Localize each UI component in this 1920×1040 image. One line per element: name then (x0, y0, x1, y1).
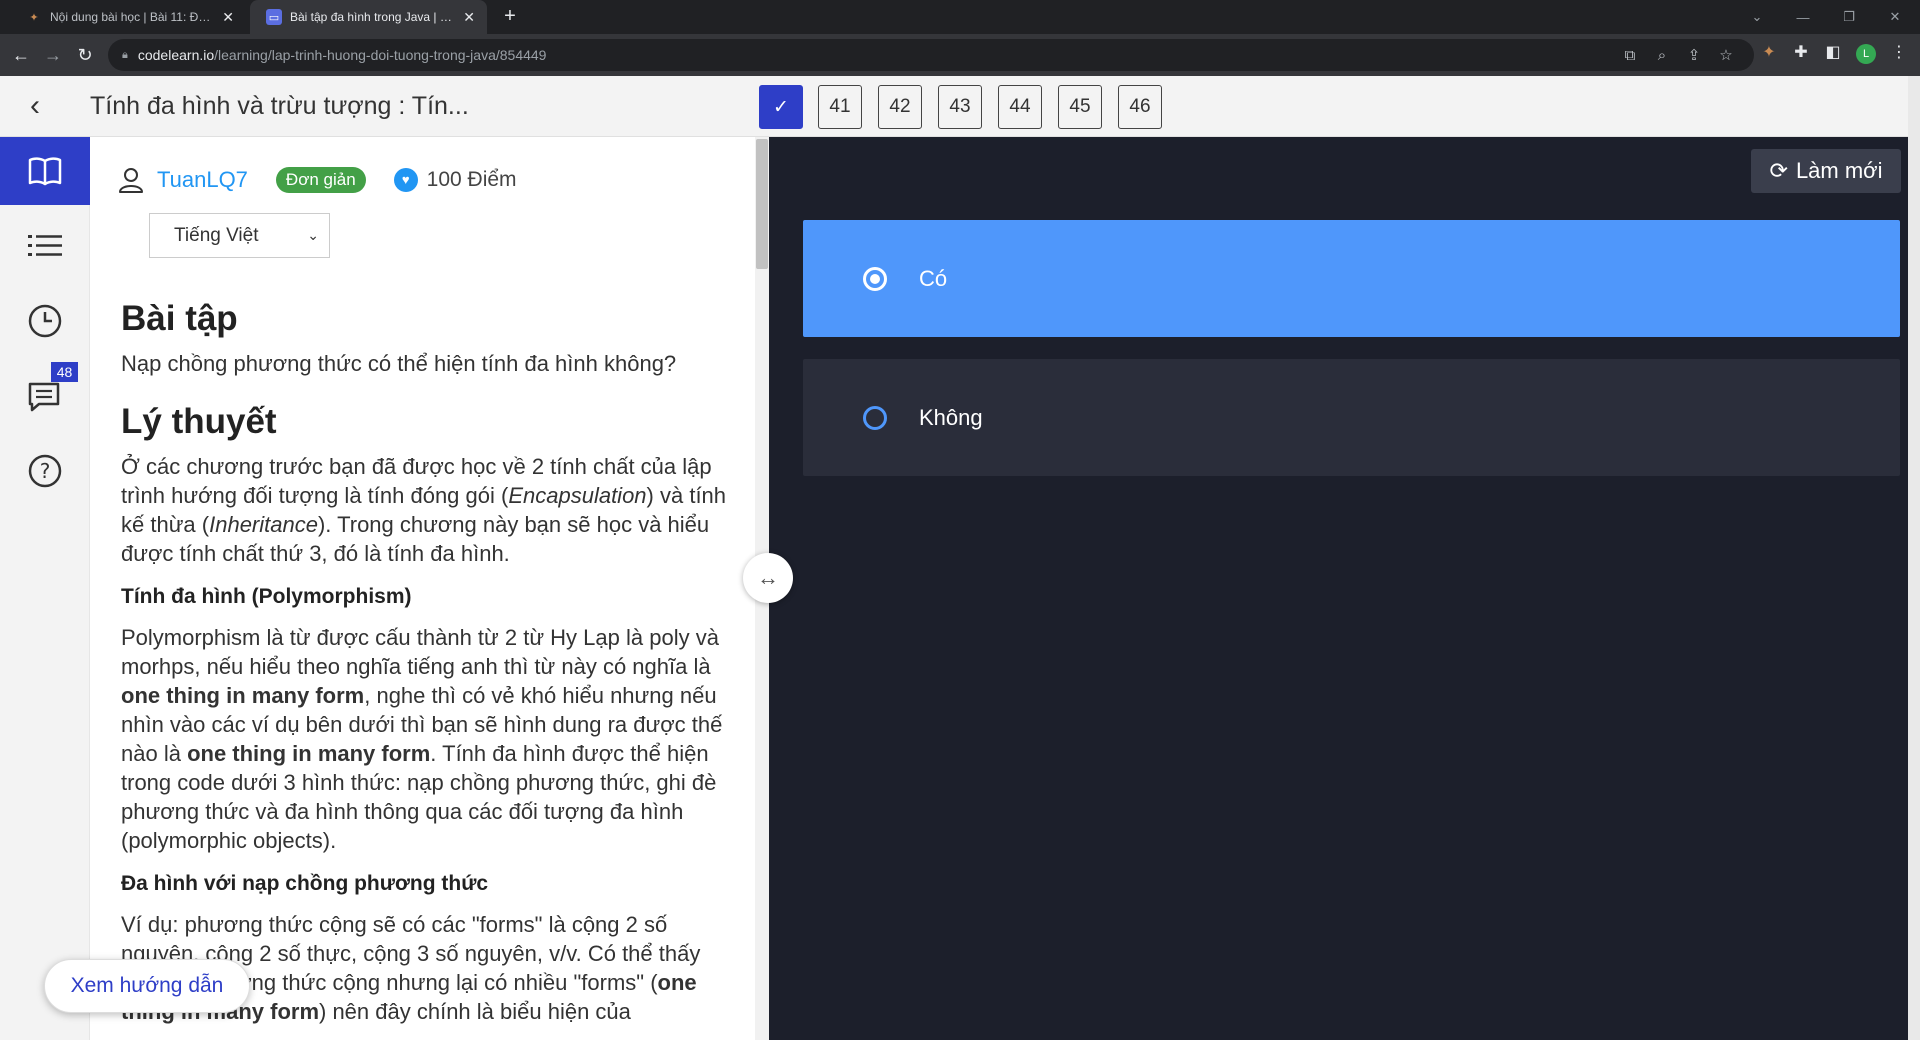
check-icon: ✓ (773, 96, 789, 118)
refresh-button[interactable]: ⟳ Làm mới (1751, 149, 1901, 193)
minimize-button[interactable]: — (1780, 0, 1826, 34)
svg-text:?: ? (40, 459, 51, 483)
extension-codelearn-icon[interactable]: ✦ (1758, 42, 1780, 64)
question-nav-45[interactable]: 45 (1058, 85, 1102, 129)
lesson-title: Tính đa hình và trừu tượng : Tín... (90, 92, 469, 120)
tab-search-icon[interactable]: ⌄ (1734, 0, 1780, 34)
notification-badge: 48 (51, 362, 78, 382)
help-icon: ? (28, 454, 62, 488)
refresh-icon: ⟳ (1769, 158, 1788, 183)
browser-tab[interactable]: ✦ Nội dung bài học | Bài 11: Đa hình ✕ (10, 0, 246, 34)
heading-overloading: Đa hình với nạp chồng phương thức (121, 872, 489, 895)
heading-polymorphism: Tính đa hình (Polymorphism) (121, 585, 412, 608)
zoom-icon[interactable]: ⌕ (1652, 46, 1672, 66)
back-arrow-icon[interactable]: ← (8, 42, 34, 68)
question-nav-43[interactable]: 43 (938, 85, 982, 129)
radio-unselected[interactable] (863, 405, 887, 430)
view-guide-button[interactable]: Xem hướng dẫn (44, 959, 250, 1013)
sidebar-item-discussion[interactable]: 48 (0, 362, 90, 430)
back-chevron-icon[interactable]: ‹ (30, 91, 60, 122)
extensions-puzzle-icon[interactable]: ✚ (1790, 42, 1812, 64)
heading-theory: Lý thuyết (121, 402, 277, 441)
browser-tab-active[interactable]: ▭ Bài tập đa hình trong Java | CodeLearn… (250, 0, 487, 34)
profile-avatar[interactable]: L (1856, 44, 1876, 64)
answer-option-no[interactable]: Không (803, 359, 1900, 476)
horizontal-arrows-icon: ↔ (757, 565, 779, 590)
question-nav-41[interactable]: 41 (818, 85, 862, 129)
bookmark-star-icon[interactable]: ☆ (1716, 46, 1736, 66)
question-nav-46[interactable]: 46 (1118, 85, 1162, 129)
sidebar-item-help[interactable]: ? (0, 437, 90, 505)
forward-arrow-icon[interactable]: → (40, 42, 66, 68)
menu-kebab-icon[interactable]: ⋮ (1888, 42, 1910, 64)
codelearn-favicon-icon: ✦ (29, 11, 39, 24)
panel-resize-handle[interactable]: ↔ (743, 553, 793, 603)
codelearn-favicon-icon: ▭ (266, 9, 282, 25)
browser-tab-bar: ✦ Nội dung bài học | Bài 11: Đa hình ✕ ▭… (0, 0, 1920, 34)
theory-paragraph: Ở các chương trước bạn đã được học về 2 … (121, 454, 727, 566)
polymorphism-paragraph: Polymorphism là từ được cấu thành từ 2 t… (121, 625, 723, 853)
article: Bài tập Nạp chồng phương thức có thể hiệ… (121, 297, 731, 1036)
translate-icon[interactable]: ⧉ (1620, 46, 1640, 66)
question-text: Nạp chồng phương thức có thể hiện tính đ… (121, 351, 677, 376)
user-icon (119, 168, 143, 193)
address-bar[interactable]: 🔒︎ codelearn.io/learning/lap-trinh-huong… (108, 39, 1754, 71)
points: ♥ 100 Điểm (393, 168, 517, 192)
problem-meta: TuanLQ7 Đơn giản ♥ 100 Điểm (119, 167, 517, 193)
sidebar-item-history[interactable] (0, 287, 90, 355)
problem-content-panel: TuanLQ7 Đơn giản ♥ 100 Điểm Tiếng Việt ⌄… (91, 137, 755, 1040)
heart-icon: ♥ (393, 168, 418, 192)
app-header: ‹ Tính đa hình và trừu tượng : Tín... ✓ … (0, 76, 1920, 137)
close-window-button[interactable]: ✕ (1872, 0, 1918, 34)
reload-icon[interactable]: ↻ (72, 42, 98, 68)
question-nav-42[interactable]: 42 (878, 85, 922, 129)
chevron-down-icon: ⌄ (307, 227, 319, 243)
chat-icon (28, 382, 60, 412)
heading-exercise: Bài tập (121, 299, 238, 338)
left-sidebar: 48 ? (0, 137, 90, 1040)
difficulty-badge: Đơn giản (275, 167, 366, 193)
browser-toolbar: ← → ↻ 🔒︎ codelearn.io/learning/lap-trinh… (0, 34, 1920, 76)
restore-button[interactable]: ❐ (1826, 0, 1872, 34)
close-tab-icon[interactable]: ✕ (463, 9, 475, 26)
clock-icon (28, 304, 62, 338)
quiz-panel: ⟳ Làm mới Có Không (769, 137, 1920, 1040)
close-tab-icon[interactable]: ✕ (222, 9, 234, 26)
new-tab-button[interactable]: + (497, 4, 523, 30)
sidebar-item-lesson[interactable] (0, 137, 90, 205)
question-nav-completed[interactable]: ✓ (759, 85, 803, 129)
share-icon[interactable]: ⇪ (1684, 46, 1704, 66)
lock-icon: 🔒︎ (122, 48, 128, 61)
sidebar-item-list[interactable] (0, 212, 90, 280)
scrollbar-thumb[interactable] (756, 139, 768, 269)
window-edge (1908, 76, 1920, 1040)
radio-selected[interactable] (863, 266, 887, 291)
question-nav-44[interactable]: 44 (998, 85, 1042, 129)
side-panel-icon[interactable]: ◧ (1822, 42, 1844, 64)
author-link[interactable]: TuanLQ7 (157, 167, 248, 193)
language-select[interactable]: Tiếng Việt ⌄ (149, 213, 330, 258)
book-icon (28, 157, 62, 186)
answer-option-yes[interactable]: Có (803, 220, 1900, 337)
list-icon (28, 235, 62, 256)
